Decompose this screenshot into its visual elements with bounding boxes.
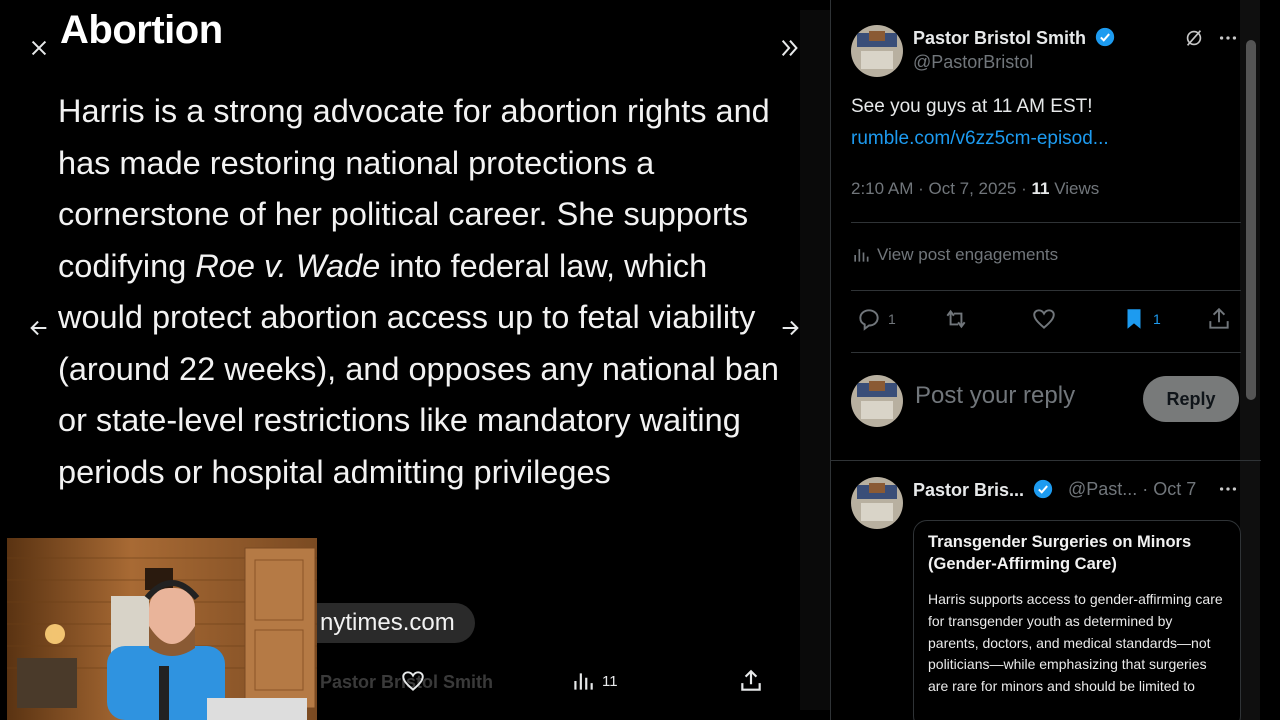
heart-icon — [402, 671, 424, 691]
tweet-views-label: Views — [1049, 179, 1100, 198]
share-icon — [1209, 307, 1229, 329]
reply-count: 1 — [888, 311, 896, 327]
divider — [851, 352, 1241, 353]
verified-badge-icon — [1033, 479, 1053, 499]
comment-icon — [859, 309, 879, 331]
media-body-italic: Roe v. Wade — [195, 247, 381, 284]
tweet-meta: 2:10 AM · Oct 7, 2025 · 11 Views — [851, 179, 1099, 199]
repost-icon — [946, 309, 966, 329]
verified-badge-icon — [1095, 27, 1115, 47]
author-name-text: Pastor Bristol Smith — [913, 28, 1087, 48]
divider — [851, 222, 1241, 223]
expand-double-chevron-icon[interactable] — [773, 31, 807, 65]
more-options-icon[interactable] — [1211, 21, 1245, 55]
bar-chart-icon — [574, 673, 593, 690]
views-button[interactable]: 11 — [570, 668, 618, 694]
thread-separator — [831, 460, 1261, 461]
reply-handle[interactable]: @Past... · Oct 7 — [1068, 479, 1196, 500]
author-name[interactable]: Pastor Bristol Smith — [913, 27, 1115, 49]
reply-date: · Oct 7 — [1137, 479, 1197, 499]
avatar[interactable] — [851, 25, 903, 77]
views-count: 11 — [602, 672, 618, 690]
share-action-button[interactable] — [1206, 306, 1232, 332]
author-handle[interactable]: @PastorBristol — [913, 52, 1033, 73]
tweet-action-bar: 1 1 — [851, 306, 1231, 338]
heart-icon — [1033, 309, 1055, 329]
share-button[interactable] — [738, 668, 764, 694]
reply-button[interactable]: Reply — [1143, 376, 1239, 422]
previous-arrow-icon[interactable] — [22, 311, 56, 345]
repost-button[interactable] — [943, 306, 969, 332]
bookmark-button[interactable]: 1 — [1121, 306, 1161, 332]
viewer-edge — [800, 10, 830, 710]
webcam-overlay — [7, 538, 317, 720]
reply-action-button[interactable]: 1 — [856, 306, 896, 332]
media-action-bar: Pastor Bristol Smith 11 — [320, 656, 800, 706]
view-engagements-link[interactable]: View post engagements — [851, 245, 1058, 265]
grok-icon[interactable] — [1177, 21, 1211, 55]
divider — [851, 290, 1241, 291]
composer-avatar — [851, 375, 903, 427]
more-options-icon[interactable] — [1211, 472, 1245, 506]
view-engagements-label: View post engagements — [877, 245, 1059, 264]
tweet-text: See you guys at 11 AM EST! — [851, 96, 1093, 117]
thread-panel: Pastor Bristol Smith @PastorBristol See … — [830, 0, 1261, 720]
close-icon[interactable] — [22, 31, 56, 65]
reply-image-card[interactable]: Transgender Surgeries on Minors (Gender-… — [913, 520, 1241, 720]
tweet-timestamp[interactable]: 2:10 AM · Oct 7, 2025 · — [851, 179, 1031, 198]
link-card-domain[interactable]: nytimes.com — [292, 603, 475, 643]
media-heading: Abortion — [60, 8, 223, 52]
reply-input[interactable]: Post your reply — [915, 382, 1075, 410]
like-button[interactable] — [400, 668, 426, 694]
card-title: Transgender Surgeries on Minors (Gender-… — [928, 533, 1192, 573]
reply-handle-text: @Past... — [1068, 479, 1138, 499]
share-icon — [741, 669, 761, 691]
card-body: Harris supports access to gender-affirmi… — [928, 591, 1223, 695]
media-viewer: Abortion Harris is a strong advocate for… — [0, 0, 830, 720]
like-action-button[interactable] — [1031, 306, 1057, 332]
tweet-link[interactable]: rumble.com/v6zz5cm-episod... — [851, 128, 1109, 150]
bookmark-icon — [1127, 309, 1141, 329]
reply-avatar[interactable] — [851, 477, 903, 529]
bookmark-count: 1 — [1153, 311, 1161, 327]
reply-author-name[interactable]: Pastor Bris... — [913, 479, 1053, 501]
scrollbar-thumb[interactable] — [1246, 40, 1256, 400]
tweet-views-count: 11 — [1031, 179, 1050, 198]
reply-author-name-text: Pastor Bris... — [913, 480, 1025, 500]
media-body-text: Harris is a strong advocate for abortion… — [58, 86, 788, 498]
bar-chart-icon — [854, 249, 869, 262]
